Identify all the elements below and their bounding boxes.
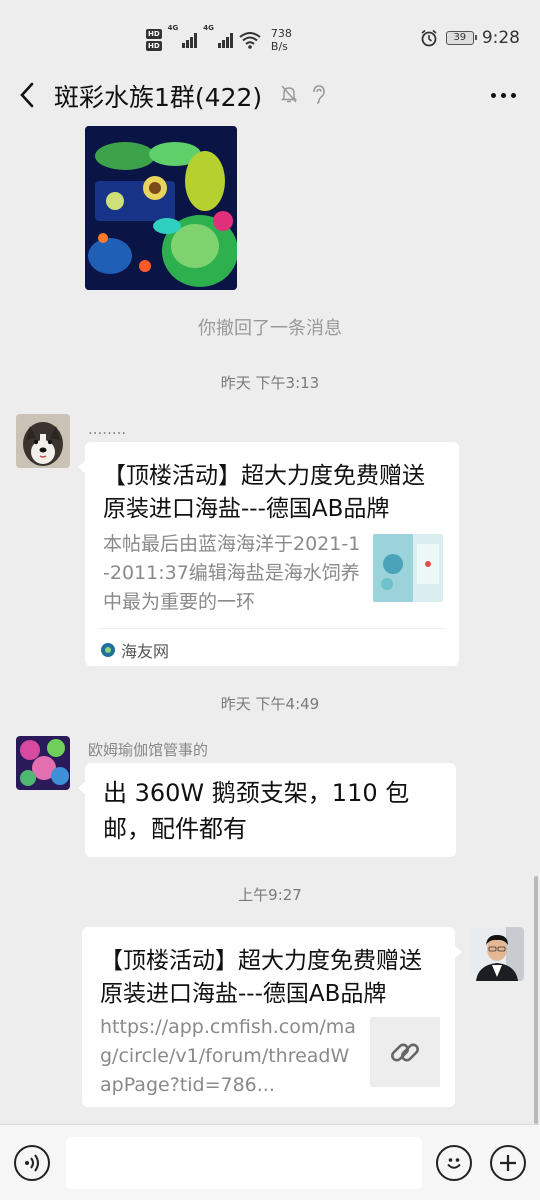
- voice-button[interactable]: [14, 1145, 50, 1181]
- sender-name: ........: [88, 420, 127, 438]
- person-avatar-image: [470, 927, 524, 981]
- battery-icon: 39: [445, 31, 477, 45]
- divider: [99, 628, 445, 629]
- back-arrow-icon[interactable]: [16, 80, 40, 110]
- voice-icon: [25, 1154, 39, 1172]
- emoji-button[interactable]: [436, 1145, 472, 1181]
- timestamp: 昨天 下午4:49: [220, 695, 320, 713]
- card-thumbnail: [373, 534, 443, 602]
- plus-icon: [500, 1155, 516, 1171]
- more-functions-button[interactable]: [490, 1145, 526, 1181]
- signal-icon: [182, 32, 198, 48]
- card-title: 【顶楼活动】超大力度免费赠送原装进口海盐---德国AB品牌: [100, 948, 422, 1007]
- network-speed: 738 B/s: [270, 27, 292, 53]
- timestamp: 昨天 下午3:13: [220, 374, 320, 392]
- card-url: https://app.cmfish.com/mag/circle/v1/for…: [100, 1016, 356, 1096]
- coral-image: [85, 126, 237, 290]
- network-type-label: 4G: [167, 24, 179, 32]
- card-source: 海友网: [101, 638, 169, 662]
- avatar-dog[interactable]: [16, 414, 70, 468]
- timestamp: 上午9:27: [238, 886, 302, 904]
- status-right: 39 9:28: [420, 28, 520, 48]
- link-card-message[interactable]: 【顶楼活动】超大力度免费赠送原装进口海盐---德国AB品牌 本帖最后由蓝海海洋于…: [78, 442, 459, 666]
- recall-notice: 你撤回了一条消息: [198, 318, 342, 339]
- more-dot-icon: [511, 92, 516, 98]
- ear-icon: [313, 85, 325, 104]
- link-icon: [391, 1043, 419, 1062]
- signal-icon: [217, 32, 233, 48]
- hd-badge: HD: [146, 41, 162, 51]
- mute-bell-icon: [280, 85, 298, 103]
- hd-badge: HD: [146, 29, 162, 39]
- clock: 9:28: [481, 28, 520, 48]
- chat-title: 斑彩水族1群(422): [54, 83, 263, 112]
- input-bar: [0, 1124, 540, 1200]
- dog-avatar-image: [16, 414, 70, 468]
- scrollbar[interactable]: [534, 876, 538, 1124]
- chat-header: 斑彩水族1群(422): [0, 72, 540, 118]
- avatar-coral[interactable]: [16, 736, 70, 790]
- status-indicators: HD HD 4G 4G 738 B/s: [146, 24, 292, 56]
- alarm-icon: [421, 29, 437, 47]
- sender-name: 欧姆瑜伽馆管事的: [88, 741, 209, 759]
- avatar-self[interactable]: [470, 927, 524, 981]
- source-logo-icon: [101, 643, 115, 657]
- coral-avatar-image: [16, 736, 70, 790]
- link-card-message-own[interactable]: 【顶楼活动】超大力度免费赠送原装进口海盐---德国AB品牌 https://ap…: [82, 927, 462, 1107]
- message-input[interactable]: [66, 1137, 422, 1189]
- status-bar: HD HD 4G 4G 738 B/s 39 9:28: [0, 0, 540, 72]
- card-title: 【顶楼活动】超大力度免费赠送原装进口海盐---德国AB品牌: [103, 463, 425, 522]
- more-dot-icon: [501, 92, 506, 98]
- card-description: 本帖最后由蓝海海洋于2021-1-2011:37编辑海盐是海水饲养中最为重要的一…: [103, 533, 361, 613]
- chat-history[interactable]: 你撤回了一条消息 昨天 下午3:13 ........ 【顶楼活动】超大力度免费…: [0, 118, 540, 1124]
- more-dot-icon: [491, 92, 496, 98]
- network-type-label: 4G: [203, 24, 214, 32]
- text-message[interactable]: 出 360W 鹅颈支架，110 包邮，配件都有: [78, 763, 456, 857]
- wifi-icon: [239, 32, 261, 49]
- shared-photo-aquarium[interactable]: [85, 126, 237, 290]
- more-options-button[interactable]: [491, 84, 516, 106]
- emoji-icon: [447, 1158, 461, 1169]
- message-text: 出 360W 鹅颈支架，110 包邮，配件都有: [103, 779, 410, 843]
- link-thumbnail: [370, 1017, 440, 1087]
- source-name: 海友网: [121, 642, 170, 661]
